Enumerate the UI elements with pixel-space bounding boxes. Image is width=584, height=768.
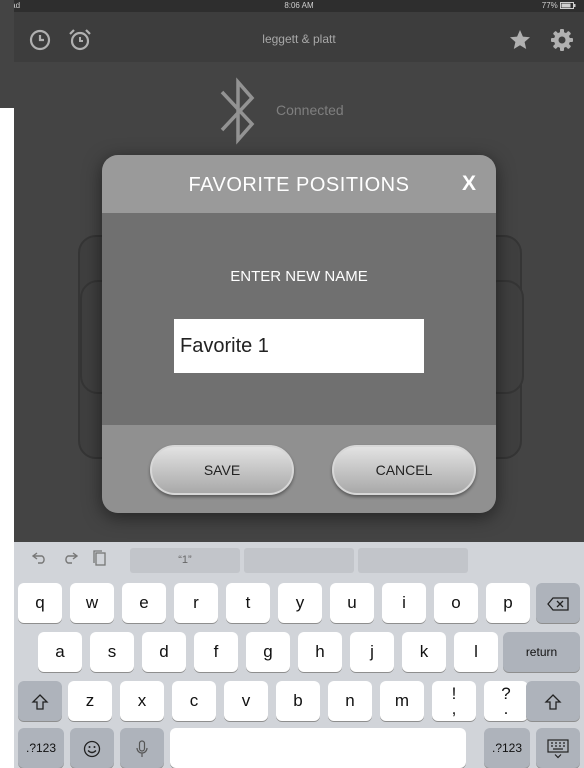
key-row1-3[interactable]: r: [174, 583, 218, 623]
key-row2-3[interactable]: f: [194, 632, 238, 672]
dialog-footer: SAVE CANCEL: [102, 425, 496, 513]
save-button[interactable]: SAVE: [150, 445, 294, 495]
name-prompt: ENTER NEW NAME: [230, 268, 368, 285]
shift-icon: [544, 693, 562, 710]
key-row2-2[interactable]: d: [142, 632, 186, 672]
emoji-key[interactable]: [70, 728, 114, 768]
app-window: iPad 8:06 AM 77% leggett & platt Connect…: [14, 0, 584, 768]
key-row2-7[interactable]: k: [402, 632, 446, 672]
gear-icon[interactable]: [550, 28, 574, 52]
dialog-body: ENTER NEW NAME: [102, 213, 496, 425]
key-row3-3[interactable]: v: [224, 681, 268, 721]
key-row1-2[interactable]: e: [122, 583, 166, 623]
top-navigation-bar: leggett & platt: [14, 12, 584, 62]
status-time: 8:06 AM: [284, 1, 314, 10]
key-row2-5[interactable]: h: [298, 632, 342, 672]
suggestion-3[interactable]: [358, 548, 468, 573]
paste-icon[interactable]: [92, 550, 108, 570]
numbers-key-right[interactable]: .?123: [484, 728, 530, 768]
battery-percent: 77%: [541, 1, 558, 10]
key-row3-6[interactable]: m: [380, 681, 424, 721]
backspace-icon: [547, 596, 569, 611]
keyboard-hide-icon: [547, 738, 569, 758]
key-row1-6[interactable]: u: [330, 583, 374, 623]
key-row3-2[interactable]: c: [172, 681, 216, 721]
key-row2-4[interactable]: g: [246, 632, 290, 672]
close-button[interactable]: X: [462, 172, 476, 196]
key-row1-0[interactable]: q: [18, 583, 62, 623]
key-row1-8[interactable]: o: [434, 583, 478, 623]
delete-key[interactable]: [536, 583, 580, 623]
key-row2-8[interactable]: l: [454, 632, 498, 672]
key-row3-5[interactable]: n: [328, 681, 372, 721]
key-row1-7[interactable]: i: [382, 583, 426, 623]
cancel-button[interactable]: CANCEL: [332, 445, 476, 495]
key-row3-8[interactable]: ? .: [484, 681, 528, 721]
shift-key-right[interactable]: [526, 681, 580, 721]
suggestion-bar: “1”: [14, 542, 584, 576]
numbers-key-left[interactable]: .?123: [18, 728, 64, 768]
key-row3-0[interactable]: z: [68, 681, 112, 721]
key-row2-0[interactable]: a: [38, 632, 82, 672]
favorite-name-input[interactable]: [174, 319, 424, 373]
app-title: leggett & platt: [262, 32, 336, 46]
key-row1-4[interactable]: t: [226, 583, 270, 623]
key-row2-1[interactable]: s: [90, 632, 134, 672]
dictation-key[interactable]: [120, 728, 164, 768]
dialog-title: FAVORITE POSITIONS: [188, 174, 410, 196]
hide-keyboard-key[interactable]: [536, 728, 580, 768]
key-row3-7[interactable]: ! ,: [432, 681, 476, 721]
dialog-header: FAVORITE POSITIONS X: [102, 155, 496, 213]
return-key[interactable]: return: [503, 632, 580, 672]
space-bar[interactable]: [170, 728, 466, 768]
battery-icon: [560, 2, 576, 10]
star-icon[interactable]: [508, 28, 532, 52]
suggestion-1[interactable]: “1”: [130, 548, 240, 573]
microphone-icon: [136, 739, 148, 757]
shift-key-left[interactable]: [18, 681, 62, 721]
key-row1-9[interactable]: p: [486, 583, 530, 623]
undo-icon[interactable]: [31, 550, 48, 568]
key-row2-6[interactable]: j: [350, 632, 394, 672]
emoji-icon: [83, 740, 101, 757]
suggestion-2[interactable]: [244, 548, 354, 573]
favorite-positions-dialog: FAVORITE POSITIONS X ENTER NEW NAME SAVE…: [102, 155, 496, 513]
onscreen-keyboard: “1” qwertyuiop asdfghjkl return z x c v b n m!…: [14, 542, 584, 768]
key-row1-1[interactable]: w: [70, 583, 114, 623]
background-strip: [0, 0, 14, 108]
battery-status: 77%: [542, 1, 576, 10]
key-row3-4[interactable]: b: [276, 681, 320, 721]
key-row3-1[interactable]: x: [120, 681, 164, 721]
status-bar: iPad 8:06 AM 77%: [14, 0, 584, 12]
shift-icon: [31, 693, 49, 710]
key-row1-5[interactable]: y: [278, 583, 322, 623]
redo-icon[interactable]: [62, 550, 79, 568]
